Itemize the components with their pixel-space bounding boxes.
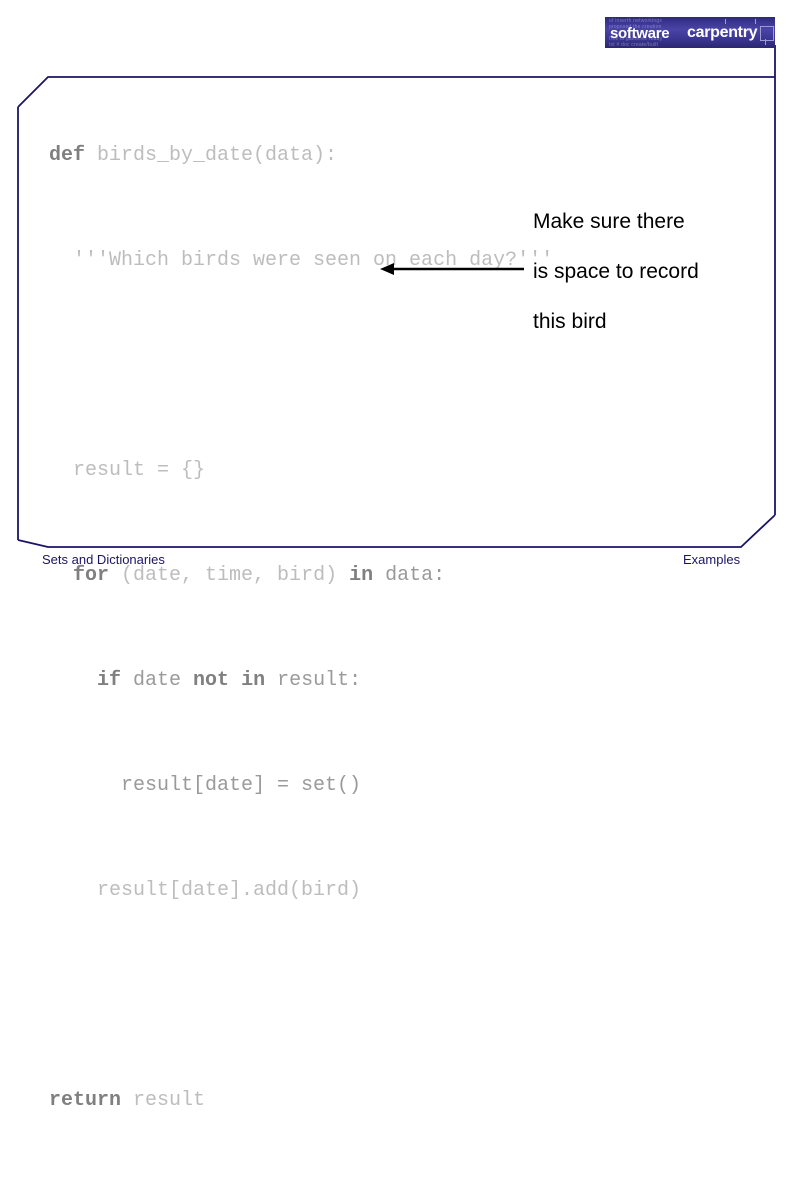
code-line-def: def birds_by_date(data): (49, 138, 553, 173)
logo-word-software: software (610, 25, 670, 42)
annotation-arrow-icon (380, 263, 524, 275)
annotation-line-2: is space to record (533, 260, 699, 283)
code-block: def birds_by_date(data): '''Which birds … (49, 68, 553, 1188)
code-line-set-init: result[date] = set() (49, 774, 362, 797)
code-line-return: return result (49, 1083, 553, 1118)
code-indent-if (49, 669, 97, 692)
slide-canvas: of inserth networkings proposed the crea… (0, 0, 794, 1112)
code-keyword-in-if: in (241, 669, 266, 692)
code-return-value: result (121, 1089, 206, 1112)
logo-faint-text-4: txt # doc create/built (609, 42, 659, 48)
code-line-if: if date not in result: (49, 663, 553, 698)
code-line-add-bird: result[date].add(bird) (49, 879, 362, 902)
footer-topic-label: Examples (683, 552, 741, 567)
code-keyword-not: not (193, 669, 230, 692)
code-for-tuple: (date, time, bird) (109, 564, 350, 587)
annotation-line-1: Make sure there (533, 210, 685, 233)
code-def-signature: birds_by_date(data): (85, 144, 338, 167)
logo-measure-box (760, 26, 774, 41)
code-blank-line-2 (49, 978, 553, 1013)
code-keyword-for: for (73, 564, 110, 587)
code-keyword-in-for: in (349, 564, 374, 587)
code-indent-for (49, 564, 73, 587)
logo-tick-2 (755, 19, 756, 24)
footer-section-title: Sets and Dictionaries (42, 552, 165, 567)
code-keyword-return: return (49, 1089, 122, 1112)
software-carpentry-logo: of inserth networkings proposed the crea… (605, 17, 775, 48)
code-if-target: result: (265, 669, 362, 692)
logo-tick-1 (725, 19, 726, 24)
annotation-line-3: this bird (533, 310, 607, 333)
code-blank-line-1 (49, 348, 553, 383)
code-keyword-def: def (49, 144, 86, 167)
code-if-subject: date (121, 669, 194, 692)
logo-word-carpentry: carpentry (687, 24, 758, 41)
code-line-result-init: result = {} (49, 459, 206, 482)
code-for-iterable: data: (373, 564, 446, 587)
code-if-space (229, 669, 241, 692)
code-keyword-if: if (97, 669, 122, 692)
